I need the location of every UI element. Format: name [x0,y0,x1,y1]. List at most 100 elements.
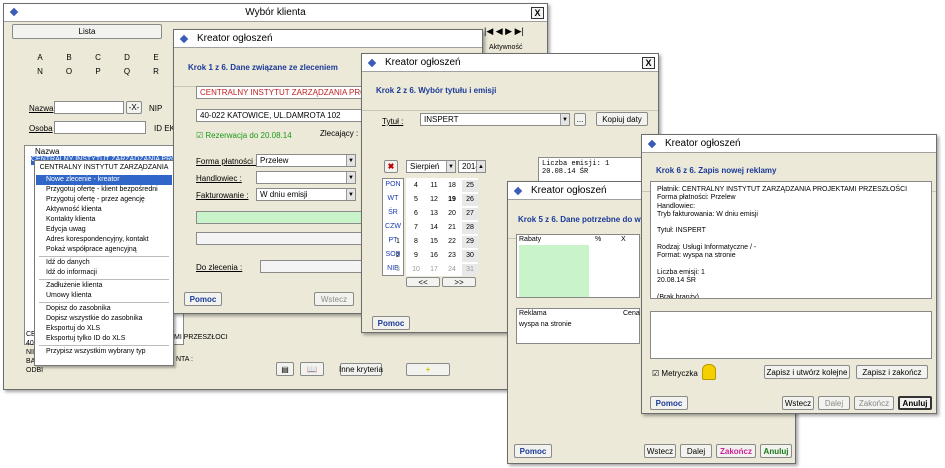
w2-month-select[interactable]: Sierpień ▼ [406,160,456,173]
context-menu-item[interactable]: Pokaż współprace agencyjną [36,245,172,255]
letter-button[interactable]: Q [113,66,141,78]
letter-button[interactable]: R [142,66,170,78]
calendar-day[interactable]: 11 [426,180,442,192]
context-menu-item[interactable]: Edycja uwag [36,225,172,235]
calendar-day[interactable]: 27 [462,208,478,220]
calendar-day[interactable]: 14 [426,222,442,234]
w2-kopiuj-button[interactable]: Kopiuj daty [596,112,648,126]
w2-next-button[interactable]: >> [442,277,476,287]
calendar-day[interactable]: 17 [426,264,442,276]
calendar-day[interactable]: 15 [426,236,442,248]
w1-checkbox[interactable]: ☑ Rezerwacja do 20.08.14 [196,131,292,140]
tab-lista[interactable]: Lista [12,24,162,39]
calendar-day[interactable]: 3 [390,264,406,276]
w6-pomoc-button[interactable]: Pomoc [650,396,688,410]
letter-button[interactable]: E [142,52,170,64]
w2-prev-button[interactable]: << [406,277,440,287]
letter-button[interactable]: P [84,66,112,78]
nazwa-input[interactable] [54,101,124,114]
w2-year-spin[interactable]: 2014 ▲ [458,160,486,173]
nav-buttons[interactable]: |◀ ◀ ▶ ▶| [484,26,524,37]
w6-zapisz-zakoncz-button[interactable]: Zapisz i zakończ [856,365,928,379]
calendar-day[interactable]: 8 [408,236,424,248]
w1-do-zlecenia-input[interactable] [260,260,366,273]
context-menu-item[interactable]: Dopisz wszystkie do zasobnika [36,314,172,324]
calendar-day[interactable]: 16 [426,250,442,262]
context-menu-item[interactable]: Przygotuj ofertę - klient bezpośredni [36,185,172,195]
context-menu-item[interactable]: Eksportuj tylko ID do XLS [36,334,172,344]
letter-button[interactable]: N [26,66,54,78]
w5-anuluj-button[interactable]: Anuluj [760,444,792,458]
calendar-day[interactable]: 10 [408,264,424,276]
calendar-day[interactable]: 7 [408,222,424,234]
calendar-day[interactable]: 28 [462,222,478,234]
calendar-day[interactable]: 26 [462,194,478,206]
close-icon[interactable]: X [642,57,655,69]
plus-button[interactable]: + [406,363,450,376]
w5-zakoncz-button[interactable]: Zakończ [716,444,756,458]
calendar-day[interactable]: 1 [390,236,406,248]
calendar-day[interactable]: 4 [408,180,424,192]
w6-zapisz-kolejne-button[interactable]: Zapisz i utwórz kolejne [764,365,850,379]
calendar-day[interactable]: 6 [408,208,424,220]
calendar-day[interactable]: 25 [462,180,478,192]
calendar-day[interactable]: 2 [390,250,406,262]
letter-button[interactable]: C [84,52,112,64]
w2-dots-button[interactable]: ... [574,113,586,126]
w1-pomoc-button[interactable]: Pomoc [184,292,222,306]
context-menu-item[interactable]: Zadłużenie klienta [36,281,172,291]
context-menu-item[interactable]: Przypisz wszystkim wybrany typ [36,347,172,357]
w5-dalej-button[interactable]: Dalej [680,444,712,458]
w6-wstecz-button[interactable]: Wstecz [782,396,814,410]
calendar-day[interactable]: 29 [462,236,478,248]
context-menu-item[interactable]: Przygotuj ofertę - przez agencję [36,195,172,205]
w5-rabaty-grid[interactable]: Rabaty % X [516,234,640,298]
w5-wstecz-button[interactable]: Wstecz [644,444,676,458]
calendar-day[interactable]: 5 [408,194,424,206]
osoba-input[interactable] [54,121,146,134]
card-icon-button[interactable]: ▤ [276,362,294,376]
w2-pomoc-button[interactable]: Pomoc [372,316,410,330]
context-menu-item[interactable]: Dopisz do zasobnika [36,304,172,314]
context-menu-item[interactable]: Nowe zlecenie - kreator [36,175,172,185]
w6-metryczka[interactable]: ☑ Metryczka [652,369,698,378]
calendar-day[interactable]: 9 [408,250,424,262]
context-menu-item[interactable]: Umowy klienta [36,291,172,301]
w6-notes[interactable] [650,311,932,359]
context-menu-item[interactable]: Eksportuj do XLS [36,324,172,334]
calendar-day[interactable]: 18 [444,180,460,192]
context-menu-item[interactable]: Aktywność klienta [36,205,172,215]
w1-wstecz-button[interactable]: Wstecz [314,292,354,306]
book-icon-button[interactable]: 📖 [300,362,324,376]
w1-green-field[interactable] [196,211,366,224]
calendar-day[interactable]: 31 [462,264,478,276]
close-icon[interactable]: X [531,7,544,19]
calendar-day[interactable]: 24 [444,264,460,276]
context-menu-item[interactable]: Adres korespondencyjny, kontakt [36,235,172,245]
w6-lightbulb-icon[interactable] [702,364,716,380]
letter-button[interactable]: D [113,52,141,64]
w5-pomoc-button[interactable]: Pomoc [514,444,552,458]
calendar-day[interactable]: 12 [426,194,442,206]
calendar-day[interactable]: 20 [444,208,460,220]
w1-gray-field[interactable] [196,232,366,245]
calendar-day[interactable]: 13 [426,208,442,220]
letter-button[interactable]: O [55,66,83,78]
calendar-day[interactable]: 30 [462,250,478,262]
letter-button[interactable]: B [55,52,83,64]
search-x-button[interactable]: -X- [126,101,142,114]
context-menu-item[interactable]: Kontakty klienta [36,215,172,225]
letter-button[interactable]: A [26,52,54,64]
w2-tytul-select[interactable]: INSPERT ▼ [420,113,570,126]
context-menu-item[interactable]: Idź do informacji [36,268,172,278]
w2-clear-icon[interactable]: ✖ [384,160,398,173]
w6-dalej-button[interactable]: Dalej [818,396,850,410]
w6-zakoncz-button[interactable]: Zakończ [854,396,894,410]
w6-anuluj-button[interactable]: Anuluj [898,396,932,410]
calendar-day[interactable]: 22 [444,236,460,248]
calendar-day[interactable]: 21 [444,222,460,234]
calendar-day[interactable]: 19 [444,194,460,206]
w1-fakt-select[interactable]: W dniu emisji ▼ [256,188,356,201]
context-menu-item[interactable]: Idź do danych [36,258,172,268]
w1-forma-select[interactable]: Przelew ▼ [256,154,356,167]
